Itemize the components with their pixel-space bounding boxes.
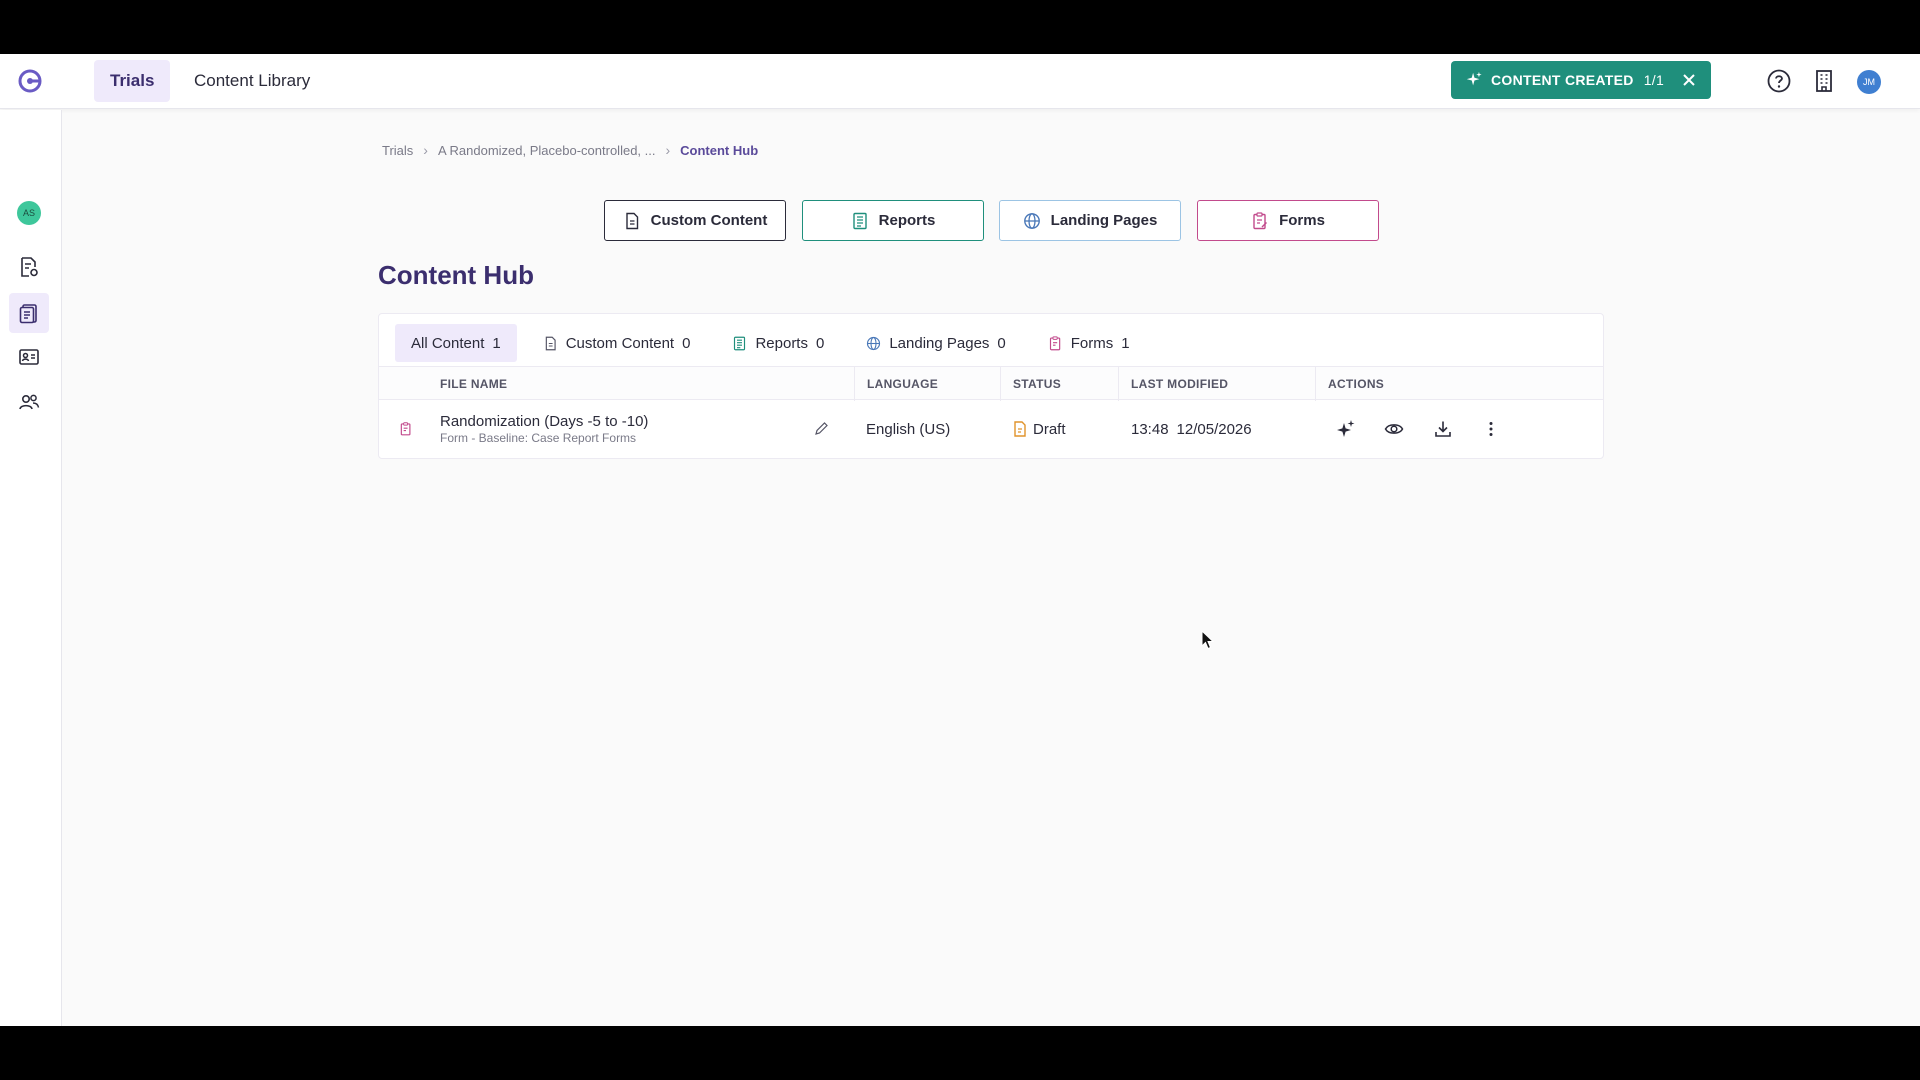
create-landing-pages-button[interactable]: Landing Pages	[999, 200, 1181, 241]
status-badge: Draft	[1033, 420, 1066, 438]
document-icon	[545, 336, 556, 350]
column-last-modified[interactable]: LAST MODIFIED	[1118, 367, 1315, 401]
create-custom-content-label: Custom Content	[650, 212, 768, 229]
breadcrumb-content-hub: Content Hub	[680, 142, 759, 158]
form-icon	[400, 422, 411, 436]
file-name[interactable]: Randomization (Days -5 to -10)	[440, 413, 648, 430]
mouse-cursor-icon	[1201, 630, 1215, 650]
toast-label: CONTENT CREATED	[1491, 72, 1634, 88]
sidebar-item-participants[interactable]	[9, 337, 49, 377]
filter-tabs: All Content 1 Custom Content 0 Reports 0	[395, 324, 1156, 362]
report-icon	[734, 336, 746, 350]
create-forms-label: Forms	[1279, 212, 1325, 229]
create-forms-button[interactable]: Forms	[1197, 200, 1379, 241]
modified-time: 13:48	[1131, 420, 1169, 438]
filter-landing-pages[interactable]: Landing Pages 0	[850, 324, 1021, 362]
chevron-right-icon: ›	[423, 142, 428, 158]
language-cell: English (US)	[866, 420, 951, 438]
download-icon[interactable]	[1433, 419, 1453, 439]
help-icon[interactable]	[1766, 68, 1792, 94]
column-file-name[interactable]: FILE NAME	[428, 367, 904, 401]
more-options-icon[interactable]	[1481, 419, 1501, 439]
globe-icon	[1023, 212, 1040, 229]
create-landing-pages-label: Landing Pages	[1050, 212, 1158, 229]
column-actions: ACTIONS	[1315, 367, 1603, 401]
breadcrumb-trial[interactable]: A Randomized, Placebo-controlled, ...	[438, 143, 656, 158]
content-created-toast: CONTENT CREATED 1/1	[1451, 61, 1711, 99]
top-bar: Trials Content Library CONTENT CREATED 1…	[0, 54, 1920, 109]
nav-tab-trials[interactable]: Trials	[94, 60, 171, 102]
filter-count: 0	[815, 334, 825, 352]
filter-all-content[interactable]: All Content 1	[395, 324, 517, 362]
form-icon	[1049, 335, 1061, 350]
last-modified-cell: 13:48 12/05/2026	[1131, 400, 1311, 458]
create-reports-button[interactable]: Reports	[802, 200, 984, 241]
table-header: FILE NAME LANGUAGE STATUS LAST MODIFIED …	[379, 366, 1603, 401]
filter-count: 1	[1121, 334, 1130, 352]
clipboard-icon	[19, 304, 37, 324]
building-icon[interactable]	[1811, 68, 1837, 94]
globe-icon	[867, 336, 881, 350]
pencil-icon[interactable]	[813, 421, 829, 437]
eye-icon[interactable]	[1384, 419, 1404, 439]
table-row[interactable]: Randomization (Days -5 to -10) Form - Ba…	[379, 400, 1603, 458]
create-custom-content-button[interactable]: Custom Content	[604, 200, 786, 241]
sidebar-item-team[interactable]	[9, 382, 49, 422]
create-reports-label: Reports	[878, 212, 936, 229]
filter-count: 0	[682, 334, 691, 352]
document-icon	[625, 212, 638, 229]
report-icon	[852, 212, 867, 229]
id-card-icon	[19, 349, 39, 365]
toast-count: 1/1	[1643, 72, 1665, 88]
filter-label: Reports	[755, 334, 808, 352]
filter-custom-content[interactable]: Custom Content 0	[527, 324, 707, 362]
filter-count: 1	[492, 334, 501, 352]
edit-name-cell	[813, 400, 833, 458]
nav-tab-content-library[interactable]: Content Library	[178, 60, 326, 102]
filter-label: Landing Pages	[889, 334, 990, 352]
sidebar-item-documents[interactable]	[9, 247, 49, 287]
form-icon	[1253, 211, 1268, 229]
draft-icon	[1014, 421, 1026, 437]
chevron-right-icon: ›	[665, 142, 671, 158]
filter-forms[interactable]: Forms 1	[1032, 324, 1146, 362]
users-icon	[19, 394, 40, 410]
breadcrumb-trials[interactable]: Trials	[382, 143, 413, 158]
file-subtitle: Form - Baseline: Case Report Forms	[440, 431, 637, 445]
filter-count: 0	[997, 334, 1006, 352]
modified-date: 12/05/2026	[1176, 420, 1252, 438]
filter-label: All Content	[411, 334, 485, 352]
sparkle-icon	[1466, 71, 1482, 86]
close-icon[interactable]	[1681, 72, 1697, 88]
status-cell: Draft	[1013, 400, 1113, 458]
trial-avatar[interactable]: AS	[17, 201, 41, 225]
app-logo-icon[interactable]	[16, 67, 44, 95]
document-settings-icon	[21, 257, 38, 277]
app-window: Trials Content Library CONTENT CREATED 1…	[0, 54, 1920, 1026]
row-type-cell	[399, 400, 419, 458]
filter-label: Custom Content	[565, 334, 675, 352]
breadcrumb: Trials › A Randomized, Placebo-controlle…	[382, 142, 758, 158]
filter-label: Forms	[1070, 334, 1114, 352]
column-language[interactable]: LANGUAGE	[854, 367, 1000, 401]
page-title: Content Hub	[378, 260, 534, 290]
user-avatar[interactable]: JM	[1857, 70, 1881, 94]
sidebar: AS	[0, 110, 62, 1026]
column-status[interactable]: STATUS	[1000, 367, 1118, 401]
filter-reports[interactable]: Reports 0	[716, 324, 840, 362]
file-name-cell: Randomization (Days -5 to -10) Form - Ba…	[440, 400, 800, 458]
content-table-card: All Content 1 Custom Content 0 Reports 0	[378, 313, 1604, 459]
sidebar-item-content-hub[interactable]	[9, 293, 49, 333]
sparkle-icon[interactable]	[1336, 419, 1356, 439]
